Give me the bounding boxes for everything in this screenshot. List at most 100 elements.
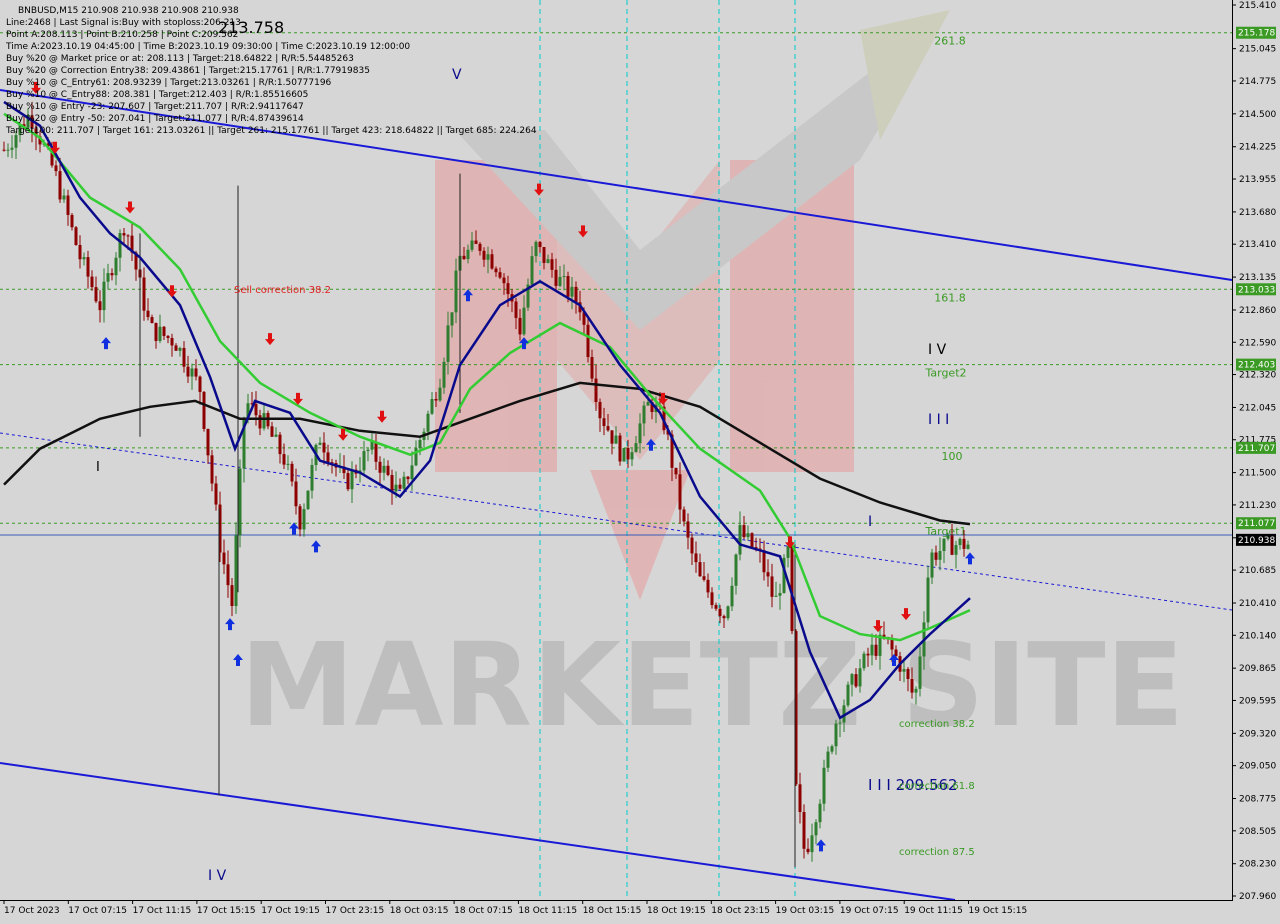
candle-body bbox=[186, 366, 190, 377]
candle-body bbox=[494, 268, 498, 273]
candle-body bbox=[862, 653, 866, 669]
price-tick-label: 214.500 bbox=[1239, 110, 1276, 120]
candle-body bbox=[910, 678, 914, 693]
price-tick-label: 212.045 bbox=[1239, 403, 1276, 413]
candle-body bbox=[178, 347, 182, 351]
candle-body bbox=[230, 585, 234, 606]
candle-body bbox=[446, 325, 450, 362]
candle-body bbox=[174, 345, 178, 351]
candle-body bbox=[318, 442, 322, 445]
candle-body bbox=[890, 639, 894, 650]
candle-body bbox=[290, 463, 294, 482]
price-tick-label: 210.685 bbox=[1239, 566, 1276, 576]
candle-body bbox=[234, 535, 238, 606]
time-tick-label: 18 Oct 07:15 bbox=[454, 906, 513, 916]
candle-body bbox=[810, 835, 814, 853]
candle-body bbox=[798, 784, 802, 813]
candle-body bbox=[962, 538, 966, 549]
candle-body bbox=[766, 572, 770, 577]
chart-window: MARKETZ SITE 261.8 161.8 Target2 100 Target1… bbox=[0, 0, 1280, 920]
candle-body bbox=[210, 455, 214, 484]
candle-body bbox=[838, 722, 842, 724]
candle-body bbox=[162, 326, 166, 336]
candle-body bbox=[698, 562, 702, 577]
candle-body bbox=[350, 469, 354, 490]
candle-body bbox=[238, 468, 242, 536]
info-line: Buy %10 @ C_Entry88: 208.381 | Target:21… bbox=[6, 90, 308, 100]
candle-body bbox=[594, 378, 598, 402]
price-tick-label: 213.410 bbox=[1239, 240, 1276, 250]
candle-body bbox=[194, 368, 198, 377]
candle-body bbox=[478, 243, 482, 251]
price-tick-label: 208.775 bbox=[1239, 795, 1276, 805]
candle-body bbox=[126, 235, 130, 237]
candle-body bbox=[826, 751, 830, 768]
candle-body bbox=[570, 286, 574, 297]
level-text: Target2 bbox=[924, 367, 966, 380]
candle-body bbox=[958, 538, 962, 546]
info-line: Line:2468 | Last Signal is:Buy with stop… bbox=[6, 18, 241, 28]
candle-body bbox=[818, 803, 822, 823]
candle-body bbox=[430, 398, 434, 414]
candle-body bbox=[926, 577, 930, 623]
time-tick-label: 18 Oct 11:15 bbox=[518, 906, 577, 916]
price-tick-label: 208.505 bbox=[1239, 827, 1276, 837]
candle-body bbox=[554, 269, 558, 286]
candle-body bbox=[118, 233, 122, 258]
candle-body bbox=[10, 147, 14, 150]
candle-body bbox=[778, 592, 782, 596]
candle-body bbox=[694, 553, 698, 563]
candle-body bbox=[738, 525, 742, 555]
candle-body bbox=[678, 474, 682, 510]
candle-body bbox=[938, 551, 942, 560]
price-tick-label: 210.140 bbox=[1239, 631, 1276, 641]
candle-body bbox=[514, 301, 518, 318]
candle-body bbox=[270, 426, 274, 437]
candle-body bbox=[326, 452, 330, 463]
candle-body bbox=[906, 669, 910, 679]
price-tick-label: 212.320 bbox=[1239, 371, 1276, 381]
candle-body bbox=[730, 585, 734, 607]
time-tick-label: 17 Oct 07:15 bbox=[68, 906, 127, 916]
candle-body bbox=[82, 257, 86, 260]
candle-body bbox=[874, 644, 878, 656]
candle-body bbox=[682, 509, 686, 522]
candle-body bbox=[806, 848, 810, 853]
candle-body bbox=[934, 552, 938, 560]
candle-body bbox=[742, 525, 746, 538]
info-line: Point A:208.113 | Point B:210.258 | Poin… bbox=[6, 30, 238, 40]
time-tick-label: 19 Oct 03:15 bbox=[776, 906, 835, 916]
candle-body bbox=[62, 195, 66, 200]
candle-body bbox=[282, 454, 286, 465]
candle-body bbox=[258, 415, 262, 429]
candle-body bbox=[254, 403, 258, 416]
candle-body bbox=[362, 451, 366, 471]
time-tick-label: 18 Oct 23:15 bbox=[711, 906, 770, 916]
price-tick-label: 209.865 bbox=[1239, 664, 1276, 674]
candle-body bbox=[558, 276, 562, 286]
candle-body bbox=[814, 822, 818, 836]
wave-iii-label: I I I bbox=[928, 412, 949, 428]
level-text: Target1 bbox=[924, 525, 966, 538]
candle-body bbox=[802, 812, 806, 849]
candle-body bbox=[502, 277, 506, 284]
candle-body bbox=[834, 723, 838, 747]
candle-body bbox=[302, 509, 306, 530]
candle-body bbox=[146, 310, 150, 318]
info-line: Buy %10 @ C_Entry61: 208.93239 | Target:… bbox=[6, 78, 332, 88]
price-tick-label: 211.230 bbox=[1239, 501, 1276, 511]
candle-body bbox=[498, 272, 502, 278]
candle-body bbox=[638, 423, 642, 444]
candle-body bbox=[942, 538, 946, 552]
price-chart[interactable]: MARKETZ SITE 261.8 161.8 Target2 100 Target1… bbox=[0, 0, 1280, 920]
candle-body bbox=[610, 430, 614, 444]
price-tick-label: 208.230 bbox=[1239, 860, 1276, 870]
candle-body bbox=[750, 533, 754, 548]
candle-body bbox=[830, 746, 834, 752]
candle-body bbox=[110, 273, 114, 276]
candle-body bbox=[534, 241, 538, 257]
candle-body bbox=[542, 247, 546, 263]
candle-body bbox=[850, 674, 854, 685]
watermark-text: MARKETZ SITE bbox=[240, 619, 1184, 753]
candle-body bbox=[602, 418, 606, 427]
